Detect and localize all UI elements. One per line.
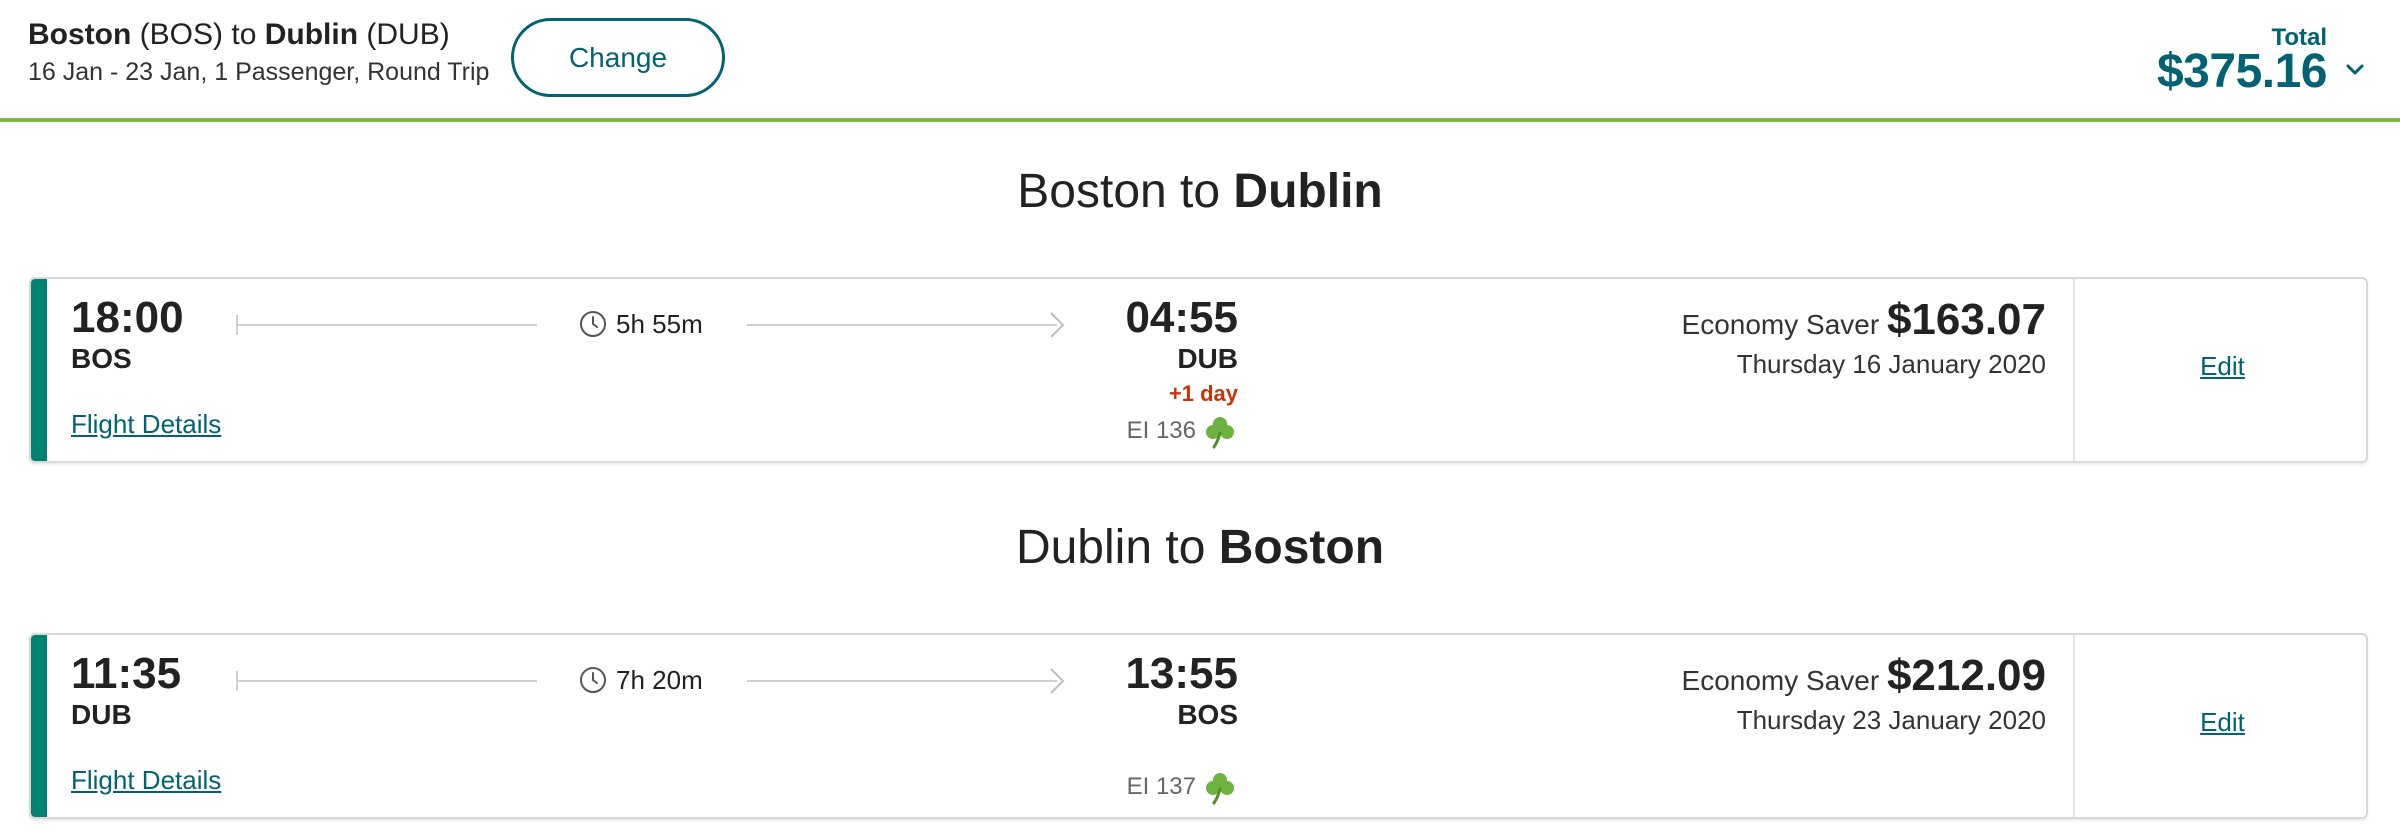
outbound-heading-connector: to [1180, 165, 1221, 218]
chevron-down-icon[interactable] [2340, 55, 2370, 85]
arrival-time: 04:55 [1125, 293, 1238, 342]
clock-icon [580, 311, 606, 337]
route-line-left [237, 324, 537, 326]
arrow-right-icon [1050, 668, 1065, 694]
flight-card-outbound: 18:00 BOS Flight Details 5h 55m 04:55 DU… [29, 277, 2368, 463]
trip-summary: 16 Jan - 23 Jan, 1 Passenger, Round Trip [28, 58, 490, 86]
booking-summary-header: Boston (BOS) to Dublin (DUB) 16 Jan - 23… [0, 0, 2400, 122]
arrival-airport-code: BOS [1177, 699, 1238, 730]
flight-number-text: EI 136 [1126, 417, 1196, 444]
origin-city: Boston [28, 18, 132, 51]
outbound-heading-to: Dublin [1233, 165, 1383, 218]
departure-airport-code: DUB [71, 699, 132, 730]
flight-date: Thursday 16 January 2020 [1736, 349, 2046, 379]
route-line-right [747, 680, 1057, 682]
fare-class: Economy Saver [1681, 665, 1880, 696]
card-accent-stripe [31, 635, 47, 817]
return-heading-to: Boston [1218, 521, 1385, 574]
arrival-time: 13:55 [1125, 649, 1238, 698]
outbound-heading: Boston to Dublin [0, 164, 2400, 219]
next-day-indicator: +1 day [1168, 381, 1238, 406]
departure-time: 18:00 [71, 293, 184, 342]
departure-time: 11:35 [71, 649, 182, 698]
route-line-left [237, 680, 537, 682]
edit-flight-link[interactable]: Edit [2075, 707, 2366, 738]
return-heading-from: Dublin [1015, 521, 1153, 574]
flight-number: EI 137 [1127, 769, 1238, 805]
flight-details-link[interactable]: Flight Details [71, 409, 221, 440]
fare-class: Economy Saver [1681, 309, 1880, 340]
fare-price: $163.07 [1886, 295, 2046, 344]
flight-duration: 7h 20m [616, 665, 703, 695]
shamrock-icon [1206, 417, 1234, 449]
clock-icon [580, 667, 606, 693]
flight-card-return: 11:35 DUB Flight Details 7h 20m 13:55 BO… [29, 633, 2368, 819]
route-connector: to [231, 18, 257, 51]
route-summary: Boston (BOS) to Dublin (DUB) [28, 18, 450, 52]
arrow-right-icon [1050, 312, 1065, 338]
edit-flight-link[interactable]: Edit [2075, 351, 2366, 382]
arrival-airport-code: DUB [1177, 343, 1238, 374]
fare-price: $212.09 [1886, 651, 2046, 700]
flight-duration: 5h 55m [616, 309, 703, 339]
fare-summary: Economy Saver $163.07 [1682, 295, 2046, 345]
flight-details-link[interactable]: Flight Details [71, 765, 221, 796]
total-amount[interactable]: $375.16 [2157, 44, 2328, 99]
origin-code: (BOS) [139, 18, 224, 51]
flight-number: EI 136 [1127, 413, 1238, 449]
change-search-button[interactable]: Change [511, 18, 725, 97]
destination-code: (DUB) [366, 18, 450, 51]
fare-summary: Economy Saver $212.09 [1682, 651, 2046, 701]
destination-city: Dublin [264, 18, 359, 51]
flight-number-text: EI 137 [1126, 773, 1196, 800]
departure-airport-code: BOS [71, 343, 132, 374]
shamrock-icon [1206, 773, 1234, 805]
return-heading-connector: to [1165, 521, 1206, 574]
route-line-right [747, 324, 1057, 326]
flight-date: Thursday 23 January 2020 [1736, 705, 2046, 735]
card-accent-stripe [31, 279, 47, 461]
outbound-heading-from: Boston [1017, 165, 1167, 218]
return-heading: Dublin to Boston [0, 520, 2400, 575]
